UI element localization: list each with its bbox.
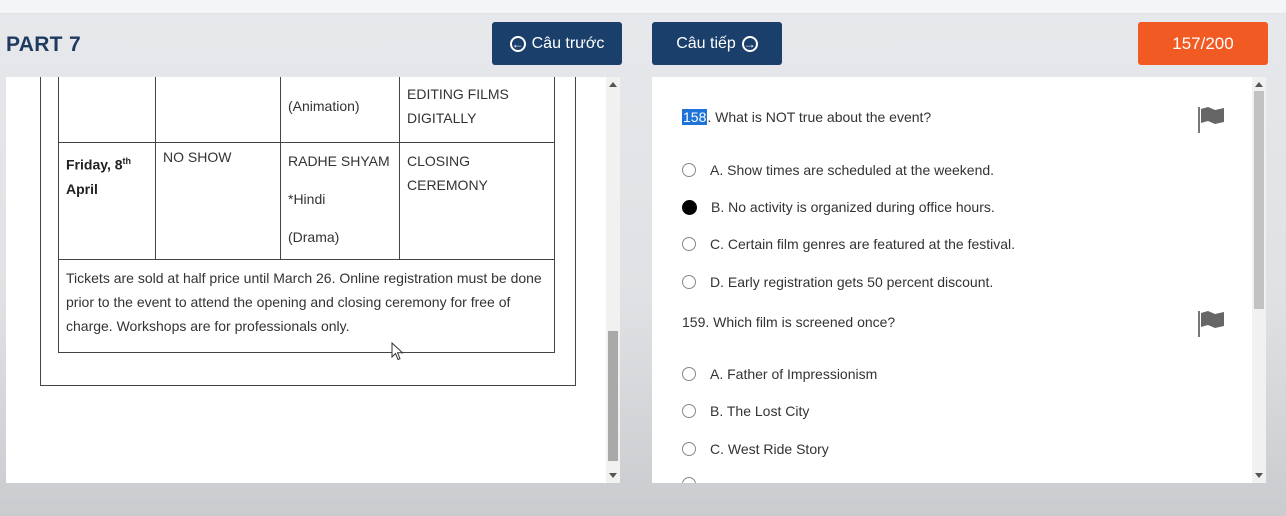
table-cell: CLOSING CEREMONY xyxy=(399,142,555,260)
day-suffix: th xyxy=(122,156,132,166)
question-counter-button[interactable]: 157/200 xyxy=(1138,22,1268,65)
question-number: 159 xyxy=(682,314,706,330)
table-cell xyxy=(58,77,156,143)
question-159: 159. Which film is screened once? xyxy=(682,314,895,330)
part-title: PART 7 xyxy=(6,33,81,56)
radio-button[interactable] xyxy=(682,477,696,483)
previous-button-label: Câu trước xyxy=(531,34,605,52)
table-cell-day: Friday, 8th April xyxy=(58,142,156,260)
option-label: B. No activity is organized during offic… xyxy=(711,199,995,215)
day-text: Friday, 8 xyxy=(66,156,123,173)
passage-scrollbar-thumb[interactable] xyxy=(608,331,618,461)
radio-button[interactable] xyxy=(682,367,696,381)
reading-passage-panel[interactable]: (Animation) EDITING FILMS DIGITALLY Frid… xyxy=(6,77,620,483)
option-158-a[interactable]: A. Show times are scheduled at the weeke… xyxy=(682,162,994,178)
month-text: April xyxy=(66,180,98,197)
question-text: . What is NOT true about the event? xyxy=(707,109,932,125)
schedule-table: (Animation) EDITING FILMS DIGITALLY Frid… xyxy=(58,77,555,353)
table-row: Tickets are sold at half price until Mar… xyxy=(58,259,555,353)
question-158: 158. What is NOT true about the event? xyxy=(682,109,931,125)
table-cell xyxy=(155,77,281,143)
arrow-left-circle-icon: ← xyxy=(509,35,526,52)
table-cell: (Animation) xyxy=(280,77,400,143)
radio-button-selected[interactable] xyxy=(682,199,697,215)
question-text: . Which film is screened once? xyxy=(705,314,896,330)
questions-scrollbar[interactable] xyxy=(1252,77,1266,483)
passage-scrollbar[interactable] xyxy=(606,77,620,483)
table-cell-film: RADHE SHYAM *Hindi (Drama) xyxy=(280,142,400,260)
film-language: *Hindi xyxy=(288,191,326,207)
table-row: Friday, 8th April NO SHOW RADHE SHYAM *H… xyxy=(58,142,555,260)
scroll-down-arrow-icon[interactable] xyxy=(1255,473,1263,478)
flag-icon[interactable] xyxy=(1196,105,1228,135)
table-row: (Animation) EDITING FILMS DIGITALLY xyxy=(58,77,555,143)
radio-button[interactable] xyxy=(682,442,696,456)
option-158-d[interactable]: D. Early registration gets 50 percent di… xyxy=(682,274,993,290)
option-label: A. Show times are scheduled at the weeke… xyxy=(710,162,995,178)
previous-question-button[interactable]: ← Câu trước xyxy=(492,22,622,65)
questions-scrollbar-thumb[interactable] xyxy=(1254,91,1264,309)
option-158-b[interactable]: B. No activity is organized during offic… xyxy=(682,199,995,215)
radio-button[interactable] xyxy=(682,163,696,177)
mouse-cursor-icon xyxy=(391,342,404,361)
scroll-up-arrow-icon[interactable] xyxy=(609,82,617,87)
question-number-highlight: 158 xyxy=(682,109,708,125)
ticket-note: Tickets are sold at half price until Mar… xyxy=(58,259,555,353)
questions-panel[interactable]: 158. What is NOT true about the event? A… xyxy=(652,77,1252,483)
radio-button[interactable] xyxy=(682,404,696,418)
table-cell: NO SHOW xyxy=(155,142,281,260)
option-label: C. West Ride Story xyxy=(710,441,829,457)
film-title: RADHE SHYAM xyxy=(288,153,390,169)
option-label: C. Certain film genres are featured at t… xyxy=(710,236,1016,252)
arrow-right-circle-icon: → xyxy=(741,35,758,52)
next-button-label: Câu tiếp xyxy=(676,34,736,52)
option-159-d-partial[interactable] xyxy=(682,477,696,483)
radio-button[interactable] xyxy=(682,237,696,251)
option-label: A. Father of Impressionism xyxy=(710,366,878,382)
flag-icon[interactable] xyxy=(1196,309,1228,339)
option-159-c[interactable]: C. West Ride Story xyxy=(682,441,829,457)
film-genre: (Drama) xyxy=(288,229,340,245)
radio-button[interactable] xyxy=(682,275,696,289)
option-label: B. The Lost City xyxy=(710,403,810,419)
scroll-up-arrow-icon[interactable] xyxy=(1255,82,1263,87)
option-159-a[interactable]: A. Father of Impressionism xyxy=(682,366,877,382)
option-label: D. Early registration gets 50 percent di… xyxy=(710,274,994,290)
scroll-down-arrow-icon[interactable] xyxy=(609,473,617,478)
next-question-button[interactable]: Câu tiếp → xyxy=(652,22,782,65)
option-159-b[interactable]: B. The Lost City xyxy=(682,403,809,419)
option-158-c[interactable]: C. Certain film genres are featured at t… xyxy=(682,236,1015,252)
top-strip xyxy=(0,0,1286,14)
table-cell: EDITING FILMS DIGITALLY xyxy=(399,77,555,143)
